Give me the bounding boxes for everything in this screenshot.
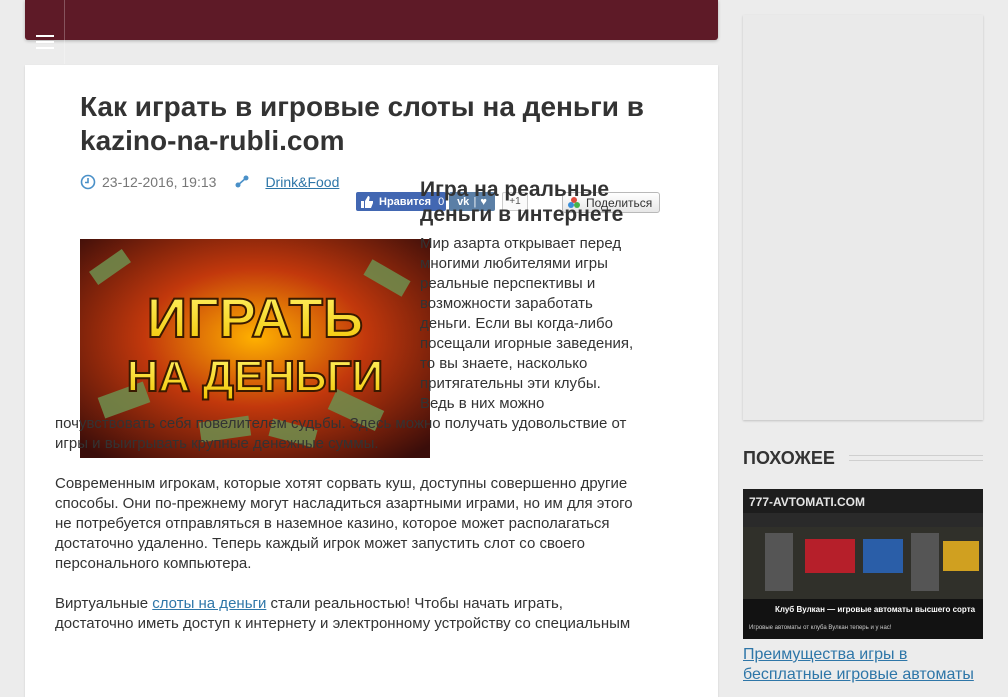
article-paragraph-3: Виртуальные слоты на деньги стали реальн… <box>55 595 631 632</box>
sidebar-ad-block <box>743 15 983 420</box>
top-navigation-bar <box>25 0 718 64</box>
related-thumbnail[interactable]: 777-AVTOMATI.COM Клуб Вулкан — игровые а… <box>743 489 983 639</box>
thumb-banner-subtitle: Игровые автоматы от клуба Вулкан теперь … <box>749 625 892 631</box>
topbar-divider <box>64 0 65 64</box>
related-article-link[interactable]: Преимущества игры в бесплатные игровые а… <box>743 645 983 685</box>
article-paragraph-2: Современным игрокам, которые хотят сорва… <box>55 475 633 572</box>
hamburger-menu-icon[interactable] <box>34 33 56 49</box>
related-heading: ПОХОЖЕЕ <box>743 447 983 469</box>
article-body: Игра на реальные деньги в интернете Мир … <box>55 174 635 654</box>
thumb-site-name: 777-AVTOMATI.COM <box>749 495 865 509</box>
article-title: Как играть в игровые слоты на деньги в k… <box>80 91 645 156</box>
thumb-banner-title: Клуб Вулкан — игровые автоматы высшего с… <box>775 605 976 614</box>
slots-link[interactable]: слоты на деньги <box>152 595 266 612</box>
